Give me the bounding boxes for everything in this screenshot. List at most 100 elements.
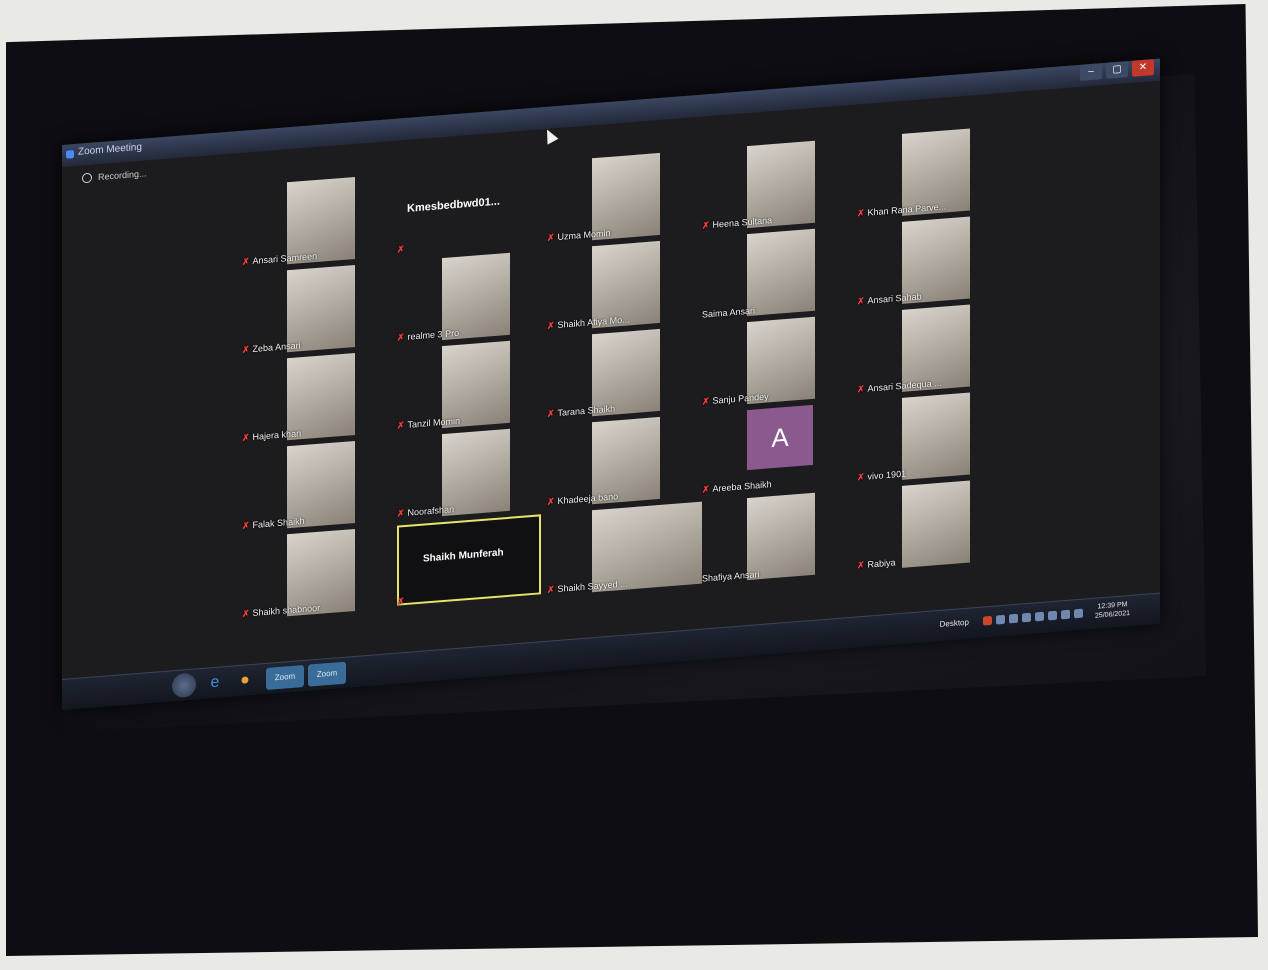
maximize-button[interactable]: ▢ bbox=[1106, 61, 1128, 79]
participant-tile[interactable]: ✗ Rabiya bbox=[857, 478, 1007, 574]
participant-name: realme 3 Pro bbox=[407, 327, 460, 342]
mic-muted-icon: ✗ bbox=[397, 244, 405, 255]
participant-tile[interactable]: ✗ Ansari Sahab bbox=[857, 214, 1007, 310]
participant-name: Sanju Pandey bbox=[712, 391, 769, 406]
participant-tile[interactable]: ✗ Khadeeja bano bbox=[547, 414, 697, 510]
mic-muted-icon: ✗ bbox=[397, 420, 405, 431]
participant-video bbox=[287, 440, 355, 529]
volume-icon[interactable] bbox=[1060, 609, 1070, 619]
participant-video bbox=[442, 428, 510, 517]
flag-icon[interactable] bbox=[1073, 608, 1083, 618]
taskbar-task-zoom-meeting[interactable]: Zoom bbox=[308, 661, 346, 687]
participant-name: Saima Ansari bbox=[702, 305, 756, 320]
mic-muted-icon: ✗ bbox=[547, 320, 555, 331]
participant-tile[interactable]: ✗ Zeba Ansari bbox=[242, 262, 392, 358]
desktop-toolbar-label[interactable]: Desktop bbox=[940, 617, 969, 628]
participant-video bbox=[287, 176, 355, 265]
participant-name: Heena Sultana bbox=[712, 215, 773, 230]
participant-tile[interactable]: ✗ realme 3 Pro bbox=[397, 250, 547, 346]
participant-name: Shaikh Afiya Mo... bbox=[557, 314, 630, 330]
participant-tile[interactable]: A ✗ Areeba Shaikh bbox=[702, 402, 852, 498]
participant-tile[interactable]: ✗ Khan Rana Parve... bbox=[857, 126, 1007, 222]
mic-muted-icon: ✗ bbox=[857, 295, 865, 307]
system-clock[interactable]: 12:39 PM 25/06/2021 bbox=[1095, 600, 1130, 621]
participant-tile[interactable]: ✗ Tarana Shaikh bbox=[547, 326, 697, 422]
close-button[interactable]: ✕ bbox=[1132, 59, 1154, 77]
browser-icon[interactable]: ● bbox=[234, 670, 256, 692]
participant-name: Shafiya Ansari bbox=[702, 569, 760, 584]
mic-muted-icon: ✗ bbox=[857, 207, 865, 219]
participant-tile-active-speaker[interactable]: Shaikh Munferah ✗ bbox=[397, 514, 547, 610]
search-icon[interactable] bbox=[1008, 613, 1018, 623]
participant-tile[interactable]: ✗ Heena Sultana bbox=[702, 138, 852, 234]
participant-name: Ansari Samreen bbox=[252, 250, 318, 267]
participant-tile[interactable]: ✗ Shaikh Sayyed ... bbox=[547, 501, 702, 598]
participant-name: Falak Shaikh bbox=[252, 515, 305, 531]
participant-tile[interactable]: ✗ Uzma Momin bbox=[547, 150, 697, 246]
mic-muted-icon: ✗ bbox=[242, 608, 250, 619]
participant-tile[interactable]: ✗ vivo 1901 bbox=[857, 390, 1007, 486]
mic-muted-icon: ✗ bbox=[702, 396, 710, 407]
participant-tile[interactable]: ✗ Hajera khan bbox=[242, 350, 392, 446]
participant-tile[interactable]: ✗ Shaikh shabnoor bbox=[242, 526, 392, 622]
mic-muted-icon: ✗ bbox=[547, 496, 555, 507]
mic-muted-icon: ✗ bbox=[547, 232, 555, 243]
mic-muted-icon: ✗ bbox=[397, 332, 405, 343]
participant-name: Ansari Sadequa ... bbox=[867, 377, 942, 394]
mic-muted-icon: ✗ bbox=[397, 596, 405, 607]
mouse-cursor-icon bbox=[541, 126, 559, 145]
participant-tile[interactable]: ✗ Tanzil Momin bbox=[397, 338, 547, 434]
network-icon[interactable] bbox=[1047, 610, 1057, 620]
participant-name: Shaikh Sayyed ... bbox=[557, 578, 628, 594]
participant-video bbox=[592, 328, 660, 417]
participant-video bbox=[747, 140, 815, 229]
tray-app-icon[interactable] bbox=[1021, 612, 1031, 622]
participant-video bbox=[747, 228, 815, 317]
tray-app-icon[interactable] bbox=[995, 614, 1005, 624]
participant-tile[interactable]: Kmesbedbwd01... ✗ bbox=[397, 162, 547, 258]
mic-muted-icon: ✗ bbox=[702, 484, 710, 495]
participant-tile[interactable]: ✗ Ansari Sadequa ... bbox=[857, 302, 1007, 398]
participant-name: Hajera khan bbox=[252, 428, 302, 443]
participant-tile[interactable]: ✗ Ansari Samreen bbox=[242, 174, 392, 270]
participant-tile[interactable]: ✗ Shaikh Afiya Mo... bbox=[547, 238, 697, 334]
tray-app-icon[interactable] bbox=[1034, 611, 1044, 621]
mic-muted-icon: ✗ bbox=[547, 584, 555, 595]
participant-name: Khan Rana Parve... bbox=[867, 201, 947, 218]
taskbar-task-zoom[interactable]: Zoom bbox=[266, 664, 304, 690]
participant-name: Kmesbedbwd01... bbox=[407, 195, 500, 215]
participant-name: Tarana Shaikh bbox=[557, 403, 616, 418]
mic-muted-icon: ✗ bbox=[397, 508, 405, 519]
zoom-screen: Zoom Meeting – ▢ ✕ Recording... ✗ Ansari … bbox=[62, 58, 1160, 711]
participant-video bbox=[747, 316, 815, 405]
mic-muted-icon: ✗ bbox=[242, 256, 250, 267]
participant-name: Shaikh shabnoor bbox=[252, 602, 321, 619]
participant-tile[interactable]: ✗ Noorafshan bbox=[397, 426, 547, 522]
participant-gallery: ✗ Ansari Samreen Kmesbedbwd01... ✗ ✗ Uzma … bbox=[242, 123, 1042, 626]
mic-muted-icon: ✗ bbox=[242, 344, 250, 355]
participant-video bbox=[902, 480, 970, 568]
participant-tile[interactable]: Saima Ansari bbox=[702, 226, 852, 322]
participant-tile[interactable]: ✗ Sanju Pandey bbox=[702, 314, 852, 410]
participant-name: Khadeeja bano bbox=[557, 491, 619, 506]
participant-video bbox=[442, 252, 510, 341]
participant-video bbox=[287, 352, 355, 441]
participant-tile[interactable]: ✗ Falak Shaikh bbox=[242, 438, 392, 534]
clock-date: 25/06/2021 bbox=[1094, 609, 1130, 620]
participant-video bbox=[592, 501, 702, 593]
mic-muted-icon: ✗ bbox=[242, 520, 250, 531]
internet-explorer-icon[interactable]: e bbox=[204, 672, 226, 694]
participant-name: Rabiya bbox=[867, 557, 896, 570]
participant-name: Tanzil Momin bbox=[407, 415, 461, 430]
minimize-button[interactable]: – bbox=[1080, 63, 1102, 81]
participant-video bbox=[592, 152, 660, 241]
start-button[interactable] bbox=[172, 672, 196, 699]
tray-app-icon[interactable] bbox=[982, 615, 992, 626]
recording-indicator[interactable]: Recording... bbox=[82, 168, 147, 184]
mic-muted-icon: ✗ bbox=[857, 383, 865, 395]
participant-tile[interactable]: Shafiya Ansari bbox=[702, 490, 852, 586]
participant-video bbox=[287, 264, 355, 353]
participant-name: vivo 1901 bbox=[867, 468, 907, 482]
participant-name: Zeba Ansari bbox=[252, 340, 301, 355]
recording-icon bbox=[82, 172, 92, 184]
